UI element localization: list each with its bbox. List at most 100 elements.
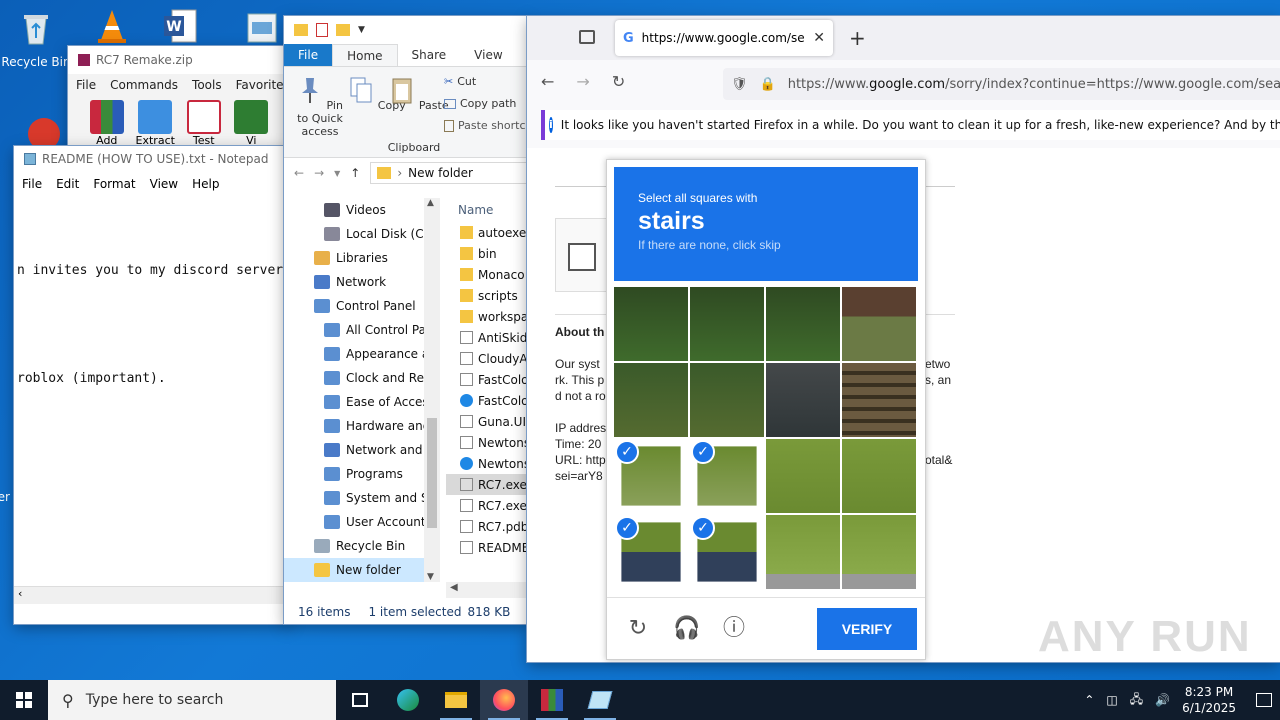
properties-icon[interactable] <box>316 23 328 37</box>
address-bar[interactable]: › New folder <box>370 162 528 184</box>
winrar-window[interactable]: RC7 Remake.zip File Commands Tools Favor… <box>68 46 290 156</box>
nav-item-ease-of-access[interactable]: Ease of Access <box>284 390 440 414</box>
new-folder-icon[interactable] <box>336 24 350 36</box>
taskbar-search[interactable]: ⚲ Type here to search <box>48 680 336 720</box>
file-item[interactable]: Guna.UI2 <box>446 411 528 432</box>
captcha-tile[interactable]: ✓ <box>690 515 764 589</box>
captcha-tile[interactable] <box>690 287 764 361</box>
file-item[interactable]: RC7.exe <box>446 474 528 495</box>
close-tab-icon[interactable]: ✕ <box>813 30 825 46</box>
navigation-scrollbar[interactable]: ▲ ▼ <box>424 198 440 582</box>
captcha-tile[interactable] <box>690 363 764 437</box>
up-icon[interactable]: ↑ <box>350 166 360 180</box>
text-area[interactable]: n invites you to my discord server roblo… <box>14 226 290 624</box>
nav-item-new-folder[interactable]: New folder <box>284 558 440 582</box>
tracking-shield-icon[interactable]: 🛡 <box>731 77 748 92</box>
nav-item-local-disk-c[interactable]: Local Disk (C:) <box>284 222 440 246</box>
tab-home[interactable]: Home <box>332 44 398 66</box>
file-item[interactable]: AntiSkidD <box>446 327 528 348</box>
paste-shortcut-button[interactable]: Paste shortc <box>444 119 526 132</box>
pin-quick-access-button[interactable]: Pin to Quick access <box>290 75 350 138</box>
title-bar[interactable]: README (HOW TO USE).txt - Notepad <box>14 146 290 172</box>
captcha-tile[interactable] <box>766 515 840 589</box>
back-icon[interactable]: ← <box>294 166 304 180</box>
captcha-tile[interactable] <box>842 363 916 437</box>
nav-item-videos[interactable]: Videos <box>284 198 440 222</box>
nav-item-hardware-and[interactable]: Hardware and <box>284 414 440 438</box>
device-icon[interactable]: ◫ <box>1106 693 1117 707</box>
file-item[interactable]: workspace <box>446 306 528 327</box>
browser-tab[interactable]: G https://www.google.com/search ✕ <box>615 20 833 56</box>
menu-file[interactable]: File <box>76 78 96 92</box>
start-button[interactable] <box>0 680 48 720</box>
taskbar-notepad[interactable] <box>576 680 624 720</box>
nav-item-network[interactable]: Network <box>284 270 440 294</box>
tab-file[interactable]: File <box>284 44 333 66</box>
menu-edit[interactable]: Edit <box>56 177 79 191</box>
captcha-tile[interactable] <box>614 287 688 361</box>
notifications-icon[interactable] <box>1256 693 1272 707</box>
menu-format[interactable]: Format <box>93 177 135 191</box>
network-icon[interactable]: 🖧 <box>1130 690 1143 711</box>
menu-help[interactable]: Help <box>192 177 219 191</box>
dropdown-icon[interactable]: ▼ <box>358 25 365 35</box>
menu-commands[interactable]: Commands <box>110 78 178 92</box>
captcha-tile[interactable] <box>766 363 840 437</box>
file-item[interactable]: FastColo <box>446 390 528 411</box>
menu-tools[interactable]: Tools <box>192 78 222 92</box>
notepad-window[interactable]: README (HOW TO USE).txt - Notepad File E… <box>14 146 290 624</box>
explorer-window[interactable]: ▼ File Home Share View Pin to Quick acce… <box>284 16 528 624</box>
file-item[interactable]: bin <box>446 243 528 264</box>
audio-challenge-icon[interactable]: 🎧 <box>673 616 700 642</box>
verify-button[interactable]: VERIFY <box>817 608 917 650</box>
file-item[interactable]: FastColo <box>446 369 528 390</box>
file-item[interactable]: RC7.exe. <box>446 495 528 516</box>
file-item[interactable]: Monaco <box>446 264 528 285</box>
file-item[interactable]: autoexec <box>446 222 528 243</box>
tab-view[interactable]: View <box>460 44 516 66</box>
desktop-icon-recycle-bin[interactable]: Recycle Bin <box>0 8 72 69</box>
file-item[interactable]: RC7.pdb <box>446 516 528 537</box>
captcha-tile[interactable]: ✓ <box>614 439 688 513</box>
nav-item-appearance-an[interactable]: Appearance an <box>284 342 440 366</box>
horizontal-scrollbar[interactable]: ‹ <box>14 586 290 604</box>
captcha-tile[interactable] <box>842 439 916 513</box>
horizontal-scrollbar[interactable]: ◀ <box>446 582 528 598</box>
file-item[interactable]: scripts <box>446 285 528 306</box>
task-view-button[interactable] <box>336 680 384 720</box>
captcha-tile[interactable] <box>842 287 916 361</box>
file-item[interactable]: CloudyA <box>446 348 528 369</box>
column-header-name[interactable]: Name <box>446 198 528 222</box>
taskbar-file-explorer[interactable] <box>432 680 480 720</box>
menu-favorites[interactable]: Favorites <box>236 78 290 92</box>
captcha-tile[interactable]: ✓ <box>690 439 764 513</box>
scroll-left-icon[interactable]: ‹ <box>18 587 22 600</box>
captcha-tile[interactable] <box>766 287 840 361</box>
chevron-up-icon[interactable]: ⌃ <box>1084 693 1094 707</box>
captcha-tile[interactable]: ✓ <box>614 515 688 589</box>
tab-share[interactable]: Share <box>398 44 461 66</box>
cut-button[interactable]: ✂ Cut <box>444 75 476 88</box>
scroll-down-icon[interactable]: ▼ <box>427 572 434 582</box>
captcha-checkbox[interactable] <box>568 243 596 271</box>
reload-challenge-icon[interactable]: ↻ <box>625 616 651 642</box>
lock-icon[interactable]: 🔒 <box>760 77 776 92</box>
file-item[interactable]: Newtons <box>446 453 528 474</box>
url-bar[interactable]: 🛡 🔒 https://www.google.com/sorry/index?c… <box>723 68 1280 100</box>
file-item[interactable]: README <box>446 537 528 558</box>
nav-item-system-and-sec[interactable]: System and Sec <box>284 486 440 510</box>
reload-icon[interactable]: ↻ <box>612 72 625 91</box>
volume-icon[interactable]: 🔊 <box>1155 693 1170 707</box>
menu-view[interactable]: View <box>150 177 178 191</box>
paste-button[interactable]: Paste <box>389 75 449 112</box>
captcha-tile[interactable] <box>766 439 840 513</box>
forward-icon[interactable]: → <box>576 72 589 91</box>
taskbar-edge[interactable] <box>384 680 432 720</box>
taskbar-firefox[interactable] <box>480 680 528 720</box>
nav-item-user-accounts[interactable]: User Accounts <box>284 510 440 534</box>
menu-file[interactable]: File <box>22 177 42 191</box>
clock[interactable]: 8:23 PM 6/1/2025 <box>1182 684 1236 716</box>
nav-item-clock-and-regi[interactable]: Clock and Regi <box>284 366 440 390</box>
scroll-up-icon[interactable]: ▲ <box>427 198 434 208</box>
file-item[interactable]: Newtons <box>446 432 528 453</box>
